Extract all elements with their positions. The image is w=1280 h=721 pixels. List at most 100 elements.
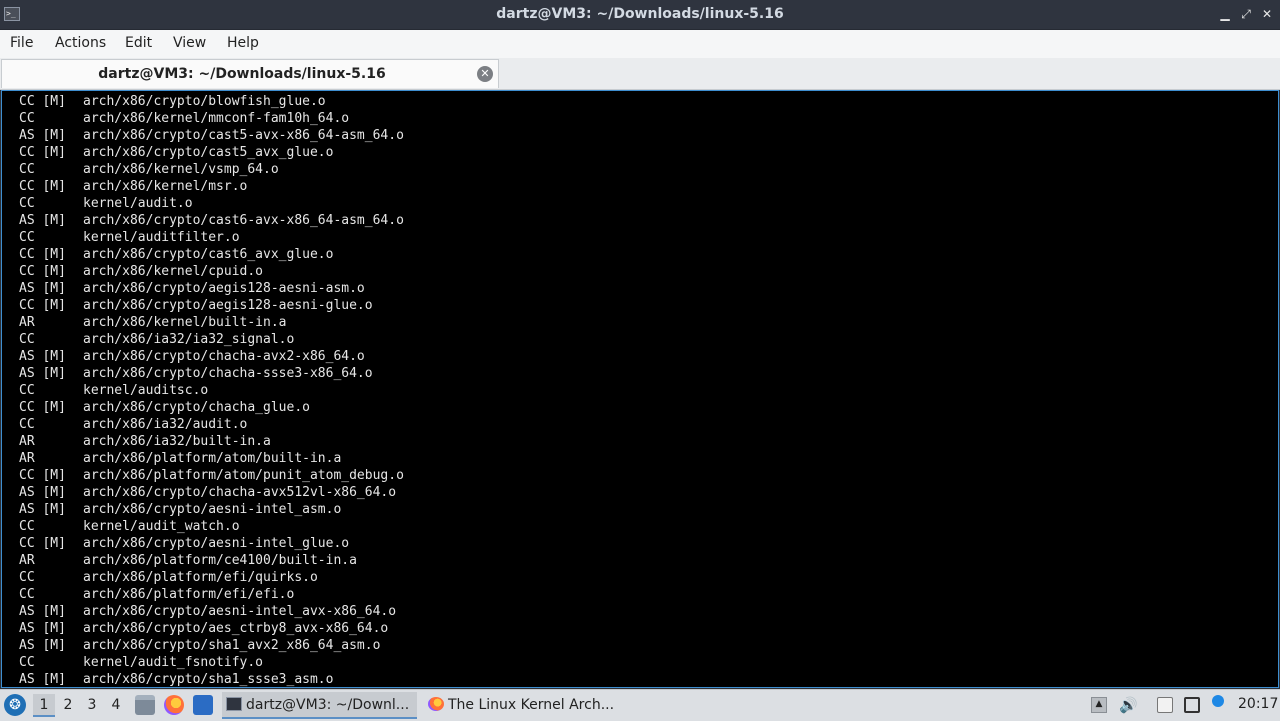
menu-help[interactable]: Help [227,35,259,51]
close-button[interactable]: ✕ [1259,5,1275,23]
terminal-line: AS [M] arch/x86/crypto/aes_ctrby8_avx-x86… [19,620,404,637]
build-step: CC [19,655,35,670]
build-path: arch/x86/crypto/cast6-avx-x86_64-asm_64.… [83,213,404,228]
terminal-line: CC kernel/audit_watch.o [19,518,404,535]
build-path: kernel/audit_watch.o [83,519,240,534]
maximize-button[interactable]: ⤢ [1238,5,1254,23]
workspace-4[interactable]: 4 [105,694,127,717]
terminal-line: AR arch/x86/platform/atom/built-in.a [19,450,404,467]
workspace-3[interactable]: 3 [81,694,103,717]
build-step: AS [M] [19,213,66,228]
clock: 20:17 [1238,696,1279,712]
build-step: CC [19,570,35,585]
start-menu-icon[interactable]: ❂ [4,694,26,716]
terminal-line: CC arch/x86/kernel/mmconf-fam10h_64.o [19,110,404,127]
build-path: arch/x86/crypto/aegis128-aesni-glue.o [83,298,373,313]
terminal-line: CC [M] arch/x86/crypto/aesni-intel_glue.o [19,535,404,552]
terminal-line: CC kernel/auditfilter.o [19,229,404,246]
task-terminal[interactable]: dartz@VM3: ~/Downl... [222,692,417,719]
terminal-line: CC kernel/auditsc.o [19,382,404,399]
build-path: arch/x86/crypto/blowfish_glue.o [83,94,326,109]
build-step: AS [M] [19,349,66,364]
build-step: AS [M] [19,485,66,500]
network-icon[interactable] [1184,697,1200,713]
build-step: AR [19,315,35,330]
build-step: CC [19,587,35,602]
notification-icon[interactable] [1212,695,1224,707]
build-step: CC [M] [19,468,66,483]
terminal-line: AS [M] arch/x86/crypto/cast5-avx-x86_64-a… [19,127,404,144]
terminal-line: CC [M] arch/x86/crypto/aegis128-aesni-glu… [19,297,404,314]
build-step: CC [M] [19,247,66,262]
build-path: arch/x86/crypto/cast5_avx_glue.o [83,145,334,160]
build-step: AR [19,434,35,449]
build-step: CC [19,196,35,211]
build-path: arch/x86/kernel/built-in.a [83,315,287,330]
build-path: arch/x86/platform/efi/quirks.o [83,570,318,585]
build-step: AS [M] [19,128,66,143]
terminal-line: CC [M] arch/x86/kernel/cpuid.o [19,263,404,280]
terminal-output[interactable]: CC [M] arch/x86/crypto/blowfish_glue.o CC a… [1,90,1279,688]
build-path: arch/x86/platform/efi/efi.o [83,587,295,602]
build-path: kernel/audit.o [83,196,193,211]
build-step: AS [M] [19,621,66,636]
tray-expand-icon[interactable]: ▲ [1091,697,1107,713]
tab-close-icon[interactable]: ✕ [477,66,493,82]
terminal-line: CC arch/x86/platform/efi/quirks.o [19,569,404,586]
clipboard-icon[interactable] [1157,697,1173,713]
show-desktop-icon[interactable] [193,695,213,715]
minimize-button[interactable]: ▁ [1217,5,1233,23]
menu-view[interactable]: View [173,35,206,51]
build-step: CC [19,417,35,432]
terminal-line: AS [M] arch/x86/crypto/sha1_ssse3_asm.o [19,671,404,687]
terminal-line: CC arch/x86/ia32/audit.o [19,416,404,433]
build-path: kernel/auditfilter.o [83,230,240,245]
tab-bar: dartz@VM3: ~/Downloads/linux-5.16 ✕ [0,58,1280,90]
menu-edit[interactable]: Edit [125,35,152,51]
build-step: CC [19,111,35,126]
build-path: arch/x86/ia32/ia32_signal.o [83,332,295,347]
task-firefox[interactable]: The Linux Kernel Arch... [424,692,624,719]
terminal-line: CC [M] arch/x86/crypto/blowfish_glue.o [19,93,404,110]
terminal-line: CC arch/x86/kernel/vsmp_64.o [19,161,404,178]
menu-file[interactable]: File [10,35,33,51]
file-manager-icon[interactable] [135,695,155,715]
build-path: arch/x86/crypto/aesni-intel_glue.o [83,536,350,551]
build-step: AS [M] [19,281,66,296]
terminal-tab[interactable]: dartz@VM3: ~/Downloads/linux-5.16 ✕ [1,59,499,88]
build-path: arch/x86/kernel/msr.o [83,179,248,194]
build-step: CC [M] [19,264,66,279]
build-path: arch/x86/crypto/sha1_avx2_x86_64_asm.o [83,638,381,653]
build-path: arch/x86/ia32/built-in.a [83,434,271,449]
build-path: arch/x86/ia32/audit.o [83,417,248,432]
window-title: dartz@VM3: ~/Downloads/linux-5.16 [496,6,784,22]
build-step: CC [M] [19,400,66,415]
volume-icon[interactable]: 🔊 [1119,697,1138,713]
build-step: CC [M] [19,179,66,194]
terminal-line: AS [M] arch/x86/crypto/sha1_avx2_x86_64_a… [19,637,404,654]
build-step: CC [M] [19,536,66,551]
firefox-icon [428,697,444,711]
build-path: arch/x86/crypto/cast5-avx-x86_64-asm_64.… [83,128,404,143]
build-path: arch/x86/kernel/cpuid.o [83,264,264,279]
terminal-line: CC kernel/audit_fsnotify.o [19,654,404,671]
terminal-line: AS [M] arch/x86/crypto/aesni-intel_avx-x8… [19,603,404,620]
firefox-icon[interactable] [164,695,184,715]
terminal-line: AR arch/x86/ia32/built-in.a [19,433,404,450]
build-path: arch/x86/crypto/aegis128-aesni-asm.o [83,281,365,296]
terminal-line: CC [M] arch/x86/kernel/msr.o [19,178,404,195]
build-path: arch/x86/crypto/aesni-intel_avx-x86_64.o [83,604,397,619]
build-step: CC [M] [19,298,66,313]
build-step: CC [19,230,35,245]
menu-actions[interactable]: Actions [55,35,106,51]
menu-bar: File Actions Edit View Help [0,30,1280,58]
build-step: AS [M] [19,502,66,517]
terminal-line: AR arch/x86/platform/ce4100/built-in.a [19,552,404,569]
terminal-line: AS [M] arch/x86/crypto/aesni-intel_asm.o [19,501,404,518]
build-step: AS [M] [19,638,66,653]
build-step: CC [19,383,35,398]
workspace-1[interactable]: 1 [33,694,55,717]
tab-label: dartz@VM3: ~/Downloads/linux-5.16 [98,66,386,82]
terminal-line: AR arch/x86/kernel/built-in.a [19,314,404,331]
workspace-2[interactable]: 2 [57,694,79,717]
